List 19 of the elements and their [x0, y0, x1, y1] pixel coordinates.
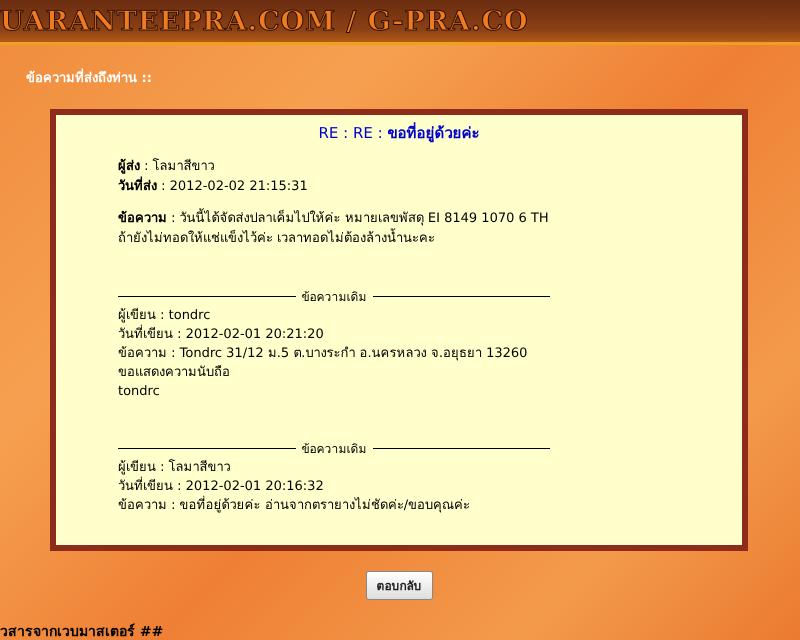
page-heading: ข้อความที่ส่งถึงท่าน :: [0, 45, 800, 97]
section-heading: วสารจากเวบมาสเตอร์ ## [0, 622, 164, 640]
quote-line: ข้อความ : ขอที่อยู่ด้วยค่ะ อ่านจากตรายางไม่ชัดค่ะ/ขอบคุณค่ะ [118, 496, 742, 515]
message-field: ผู้ส่ง : โลมาสีขาว [118, 157, 742, 177]
quote-divider-label: ข้อความเดิม [302, 441, 366, 458]
quote-divider-label: ข้อความเดิม [302, 289, 366, 306]
quote-line: วันที่เขียน : 2012-02-01 20:16:32 [118, 477, 742, 496]
message-text: ถ้ายังไม่ทอดให้แช่แข็งไว้ค่ะ เวลาทอดไม่ต้องล้างน้ำนะคะ [118, 229, 742, 249]
quote-line: ข้อความ : Tondrc 31/12 ม.5 ต.บางระกำ อ.นครหลวง จ.อยุธยา 13260 [118, 345, 528, 363]
quote-line: ผู้เขียน : โลมาสีขาว [118, 458, 232, 476]
message-text: ข้อความ : วันนี้ได้จัดส่งปลาเค็มไปให้ค่ะ หมายเลขพัสดุ EI 8149 1070 6 TH [118, 209, 742, 229]
message-subject: RE : RE : ขอที่อยู่ด้วยค่ะ [318, 121, 480, 144]
message-field: วันที่ส่ง : 2012-02-02 21:15:31 [118, 177, 742, 197]
banner-text: UARANTEEPRA.COM / G-PRA.CO [0, 6, 528, 38]
quote-line: tondrc [118, 383, 161, 401]
quote-line: วันที่เขียน : 2012-02-01 20:21:20 [118, 325, 742, 344]
quote-line: ผู้เขียน : tondrc [118, 306, 212, 324]
reply-button[interactable]: ตอบกลับ [366, 571, 432, 600]
quote-line: ขอแสดงความนับถือ [118, 364, 231, 382]
